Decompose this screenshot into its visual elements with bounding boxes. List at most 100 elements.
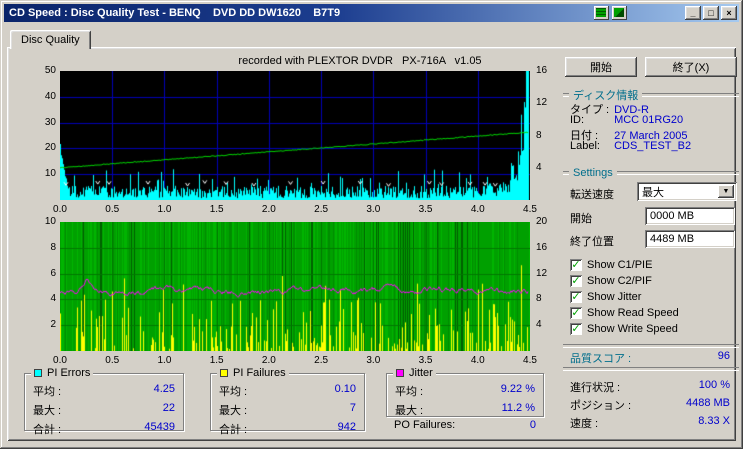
- stat-value: 45439: [144, 421, 175, 433]
- axis-tick-label: 4.0: [470, 355, 485, 366]
- exit-button[interactable]: 終了(X): [645, 57, 737, 77]
- app-window: CD Speed : Disc Quality Test - BENQ DVD …: [0, 0, 743, 449]
- axis-tick-label: 8: [536, 129, 542, 141]
- transfer-speed-label: 転送速度: [570, 189, 614, 201]
- axis-tick-label: 10: [44, 216, 56, 227]
- recorded-with-note: recorded with PLEXTOR DVDR PX-716A v1.05: [238, 55, 482, 67]
- settings-heading: Settings: [563, 167, 739, 179]
- checkbox-show-c1-pie[interactable]: ✓ Show C1/PIE: [570, 258, 652, 272]
- checked-checkbox-icon[interactable]: ✓: [570, 307, 582, 319]
- axis-tick-label: 3.0: [366, 204, 381, 215]
- axis-tick-label: 0.0: [53, 204, 67, 215]
- start-test-button[interactable]: 開始: [565, 57, 637, 77]
- green-chart-icon[interactable]: [612, 6, 627, 20]
- pi-failures-swatch-icon: [220, 369, 228, 377]
- checkbox-label: Show Jitter: [587, 291, 642, 303]
- axis-tick-label: 4: [536, 319, 542, 331]
- quality-score-label: 品質スコア :: [570, 353, 632, 365]
- axis-tick-label: 3.0: [366, 355, 381, 366]
- checkbox-show-write-speed[interactable]: ✓ Show Write Speed: [570, 322, 678, 336]
- stat-row: 最大 : 11.2 %: [387, 402, 543, 418]
- axis-tick-label: 1.5: [209, 204, 224, 215]
- stat-value: 942: [337, 421, 356, 433]
- axis-tick-label: 10: [44, 168, 56, 180]
- speed-label: 速度 :: [570, 418, 599, 430]
- maximize-button[interactable]: □: [703, 6, 719, 20]
- separator: [563, 367, 739, 371]
- axis-tick-label: 4: [50, 293, 56, 305]
- axis-tick-label: 0.5: [105, 204, 120, 215]
- checked-checkbox-icon[interactable]: ✓: [570, 323, 582, 335]
- stat-label: 最大 :: [33, 405, 62, 417]
- disc-label-label: Label:: [570, 140, 600, 152]
- progress-value: 100 %: [698, 379, 730, 391]
- pi-errors-chart: [60, 71, 530, 200]
- window-controls: _ □ ×: [685, 6, 737, 20]
- axis-tick-label: 8: [50, 241, 56, 253]
- dropdown-arrow-icon[interactable]: ▼: [718, 185, 734, 198]
- axis-tick-label: 2.0: [261, 204, 276, 215]
- axis-tick-label: 20: [44, 142, 56, 154]
- jitter-title: Jitter: [409, 367, 433, 379]
- stat-label: 平均 :: [33, 386, 62, 398]
- stat-row: 平均 : 4.25: [25, 383, 183, 399]
- progress-row: 進行状況 : 100 %: [570, 379, 730, 395]
- disc-id-row: ID: MCC 01RG20: [570, 114, 683, 126]
- po-failures-value: 0: [529, 419, 536, 431]
- end-position-field[interactable]: [645, 230, 735, 248]
- stat-row: 最大 : 7: [211, 402, 364, 418]
- stat-label: 平均 :: [219, 386, 248, 398]
- disc-id-value: MCC 01RG20: [614, 114, 684, 126]
- quality-score-value: 96: [717, 350, 730, 362]
- disc-id-label: ID:: [570, 114, 585, 126]
- transfer-speed-select[interactable]: 最大 ▼: [637, 182, 737, 201]
- axis-tick-label: 16: [536, 241, 548, 253]
- separator: [563, 344, 739, 348]
- pi-failures-title: PI Failures: [233, 367, 286, 379]
- position-row: ポジション : 4488 MB: [570, 397, 730, 413]
- green-grid-icon[interactable]: [594, 6, 609, 20]
- po-failures-row: PO Failures: 0: [386, 419, 544, 431]
- window-title: CD Speed : Disc Quality Test - BENQ DVD …: [9, 7, 341, 19]
- axis-tick-label: 1.5: [209, 355, 224, 366]
- stat-value: 22: [162, 402, 175, 414]
- quality-score-row: 品質スコア : 96: [570, 350, 730, 366]
- po-failures-label: PO Failures:: [394, 419, 456, 431]
- checkbox-label: Show C1/PIE: [587, 259, 653, 271]
- stat-value: 4.25: [153, 383, 175, 395]
- checkbox-show-c2-pif[interactable]: ✓ Show C2/PIF: [570, 274, 652, 288]
- settings-title: Settings: [573, 167, 613, 179]
- heading-line: [563, 93, 569, 97]
- axis-tick-label: 12: [536, 97, 548, 109]
- checkbox-show-jitter[interactable]: ✓ Show Jitter: [570, 290, 641, 304]
- titlebar[interactable]: CD Speed : Disc Quality Test - BENQ DVD …: [4, 4, 739, 22]
- axis-tick-label: 30: [44, 116, 56, 128]
- axis-tick-label: 0.5: [105, 355, 120, 366]
- speed-value: 8.33 X: [698, 415, 730, 427]
- disc-label-value: CDS_TEST_B2: [614, 140, 692, 152]
- close-button[interactable]: ×: [721, 6, 737, 20]
- checked-checkbox-icon[interactable]: ✓: [570, 259, 582, 271]
- stat-label: 平均 :: [395, 386, 424, 398]
- checked-checkbox-icon[interactable]: ✓: [570, 275, 582, 287]
- checkbox-label: Show Read Speed: [587, 307, 679, 319]
- axis-tick-label: 1.0: [157, 355, 172, 366]
- disc-label-row: Label: CDS_TEST_B2: [570, 140, 691, 152]
- jitter-legend: Jitter: [393, 367, 436, 379]
- checkbox-label: Show Write Speed: [587, 323, 678, 335]
- jitter-swatch-icon: [396, 369, 404, 377]
- axis-tick-label: 4.0: [470, 204, 485, 215]
- position-label: ポジション :: [570, 400, 632, 412]
- minimize-button[interactable]: _: [685, 6, 701, 20]
- start-position-field[interactable]: [645, 207, 735, 225]
- checkbox-show-read-speed[interactable]: ✓ Show Read Speed: [570, 306, 679, 320]
- stat-label: 合計 :: [33, 424, 62, 436]
- axis-tick-label: 16: [536, 65, 548, 76]
- tab-page: recorded with PLEXTOR DVDR PX-716A v1.05…: [7, 47, 739, 441]
- heading-line: [563, 171, 569, 175]
- tab-disc-quality[interactable]: Disc Quality: [10, 30, 91, 49]
- speed-row: 速度 : 8.33 X: [570, 415, 730, 431]
- stat-value: 9.22 %: [500, 383, 535, 395]
- checked-checkbox-icon[interactable]: ✓: [570, 291, 582, 303]
- axis-tick-label: 2: [50, 319, 56, 331]
